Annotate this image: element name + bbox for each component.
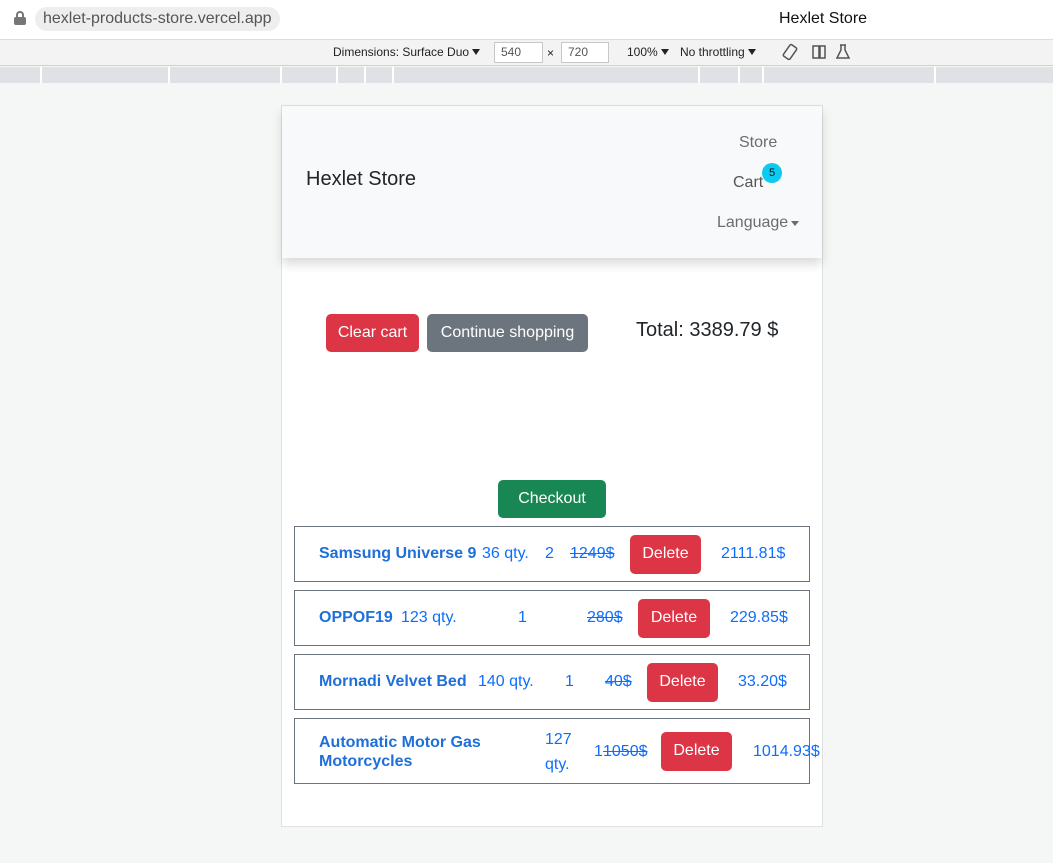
product-old-price: 280$ <box>587 609 623 626</box>
product-count: 1 <box>518 609 527 626</box>
delete-button[interactable]: Delete <box>647 663 718 702</box>
width-input[interactable]: 540 <box>494 42 543 63</box>
product-count: 2 <box>545 545 554 562</box>
product-name-link[interactable]: OPPOF19 <box>319 609 393 627</box>
address-bar[interactable]: hexlet-products-store.vercel.app <box>35 7 280 31</box>
device-viewport: Hexlet Store Store Cart 5 Language Clear… <box>281 105 823 827</box>
delete-button[interactable]: Delete <box>630 535 701 574</box>
zoom-dropdown[interactable]: 100% <box>627 45 669 59</box>
language-label: Language <box>717 214 789 231</box>
product-name-link[interactable]: Automatic Motor Gas <box>319 734 481 752</box>
delete-button[interactable]: Delete <box>661 732 732 771</box>
lock-icon <box>14 11 26 25</box>
product-subtotal: 2111.81$ <box>721 545 786 562</box>
product-count: 1 <box>565 673 574 690</box>
times-sign: × <box>547 46 555 60</box>
product-stock-line2: qty. <box>545 756 570 773</box>
dual-screen-icon[interactable] <box>810 43 828 61</box>
product-stock: 127 <box>545 731 572 748</box>
device-toolbar: Dimensions: Surface Duo 540 × 720 100% N… <box>0 40 1053 66</box>
product-subtotal: 229.85$ <box>730 609 788 626</box>
cart-item: Samsung Universe 9 36 qty. 2 1249$ Delet… <box>294 526 810 582</box>
browser-topbar: hexlet-products-store.vercel.app Hexlet … <box>0 0 1053 40</box>
sensors-flask-icon[interactable] <box>834 43 852 61</box>
cart-item: Mornadi Velvet Bed 140 qty. 1 40$ Delete… <box>294 654 810 710</box>
product-name-link[interactable]: Mornadi Velvet Bed <box>319 673 467 691</box>
nav-link-cart[interactable]: Cart <box>733 174 763 192</box>
product-stock: 36 qty. <box>482 545 529 562</box>
product-count: 1 <box>594 743 603 760</box>
product-old-price: 1249$ <box>570 545 615 562</box>
cart-total: Total: 3389.79 $ <box>636 319 779 341</box>
nav-link-store[interactable]: Store <box>739 134 777 152</box>
product-subtotal: 33.20$ <box>738 673 787 690</box>
cart-item: Automatic Motor Gas Motorcycles 127 qty.… <box>294 718 820 784</box>
cart-count-badge: 5 <box>762 163 782 183</box>
clear-cart-button[interactable]: Clear cart <box>326 314 419 352</box>
rotate-icon[interactable] <box>781 43 799 61</box>
product-name-link-line2[interactable]: Motorcycles <box>319 753 412 771</box>
continue-shopping-button[interactable]: Continue shopping <box>427 314 588 352</box>
chevron-down-icon <box>660 49 669 55</box>
product-stock: 140 qty. <box>478 673 534 690</box>
media-query-bar <box>0 67 1053 83</box>
checkout-button[interactable]: Checkout <box>498 480 606 518</box>
product-old-price: 40$ <box>605 673 632 690</box>
dimensions-dropdown[interactable]: Dimensions: Surface Duo <box>333 45 481 59</box>
navbar-brand[interactable]: Hexlet Store <box>306 168 416 191</box>
chevron-down-icon <box>747 49 756 55</box>
language-dropdown[interactable]: Language <box>717 214 800 232</box>
cart-item: OPPOF19 123 qty. 1 280$ Delete 229.85$ <box>294 590 810 646</box>
page-title: Hexlet Store <box>779 10 868 27</box>
product-old-price: 1050$ <box>603 743 648 760</box>
chevron-down-icon <box>791 221 800 226</box>
product-name-link[interactable]: Samsung Universe 9 <box>319 545 476 563</box>
height-input[interactable]: 720 <box>561 42 609 63</box>
navbar: Hexlet Store Store Cart 5 Language <box>282 106 822 258</box>
delete-button[interactable]: Delete <box>638 599 710 638</box>
product-subtotal: 1014.93$ <box>753 743 820 760</box>
chevron-down-icon <box>472 49 481 55</box>
throttling-dropdown[interactable]: No throttling <box>680 45 756 59</box>
product-stock: 123 qty. <box>401 609 457 626</box>
